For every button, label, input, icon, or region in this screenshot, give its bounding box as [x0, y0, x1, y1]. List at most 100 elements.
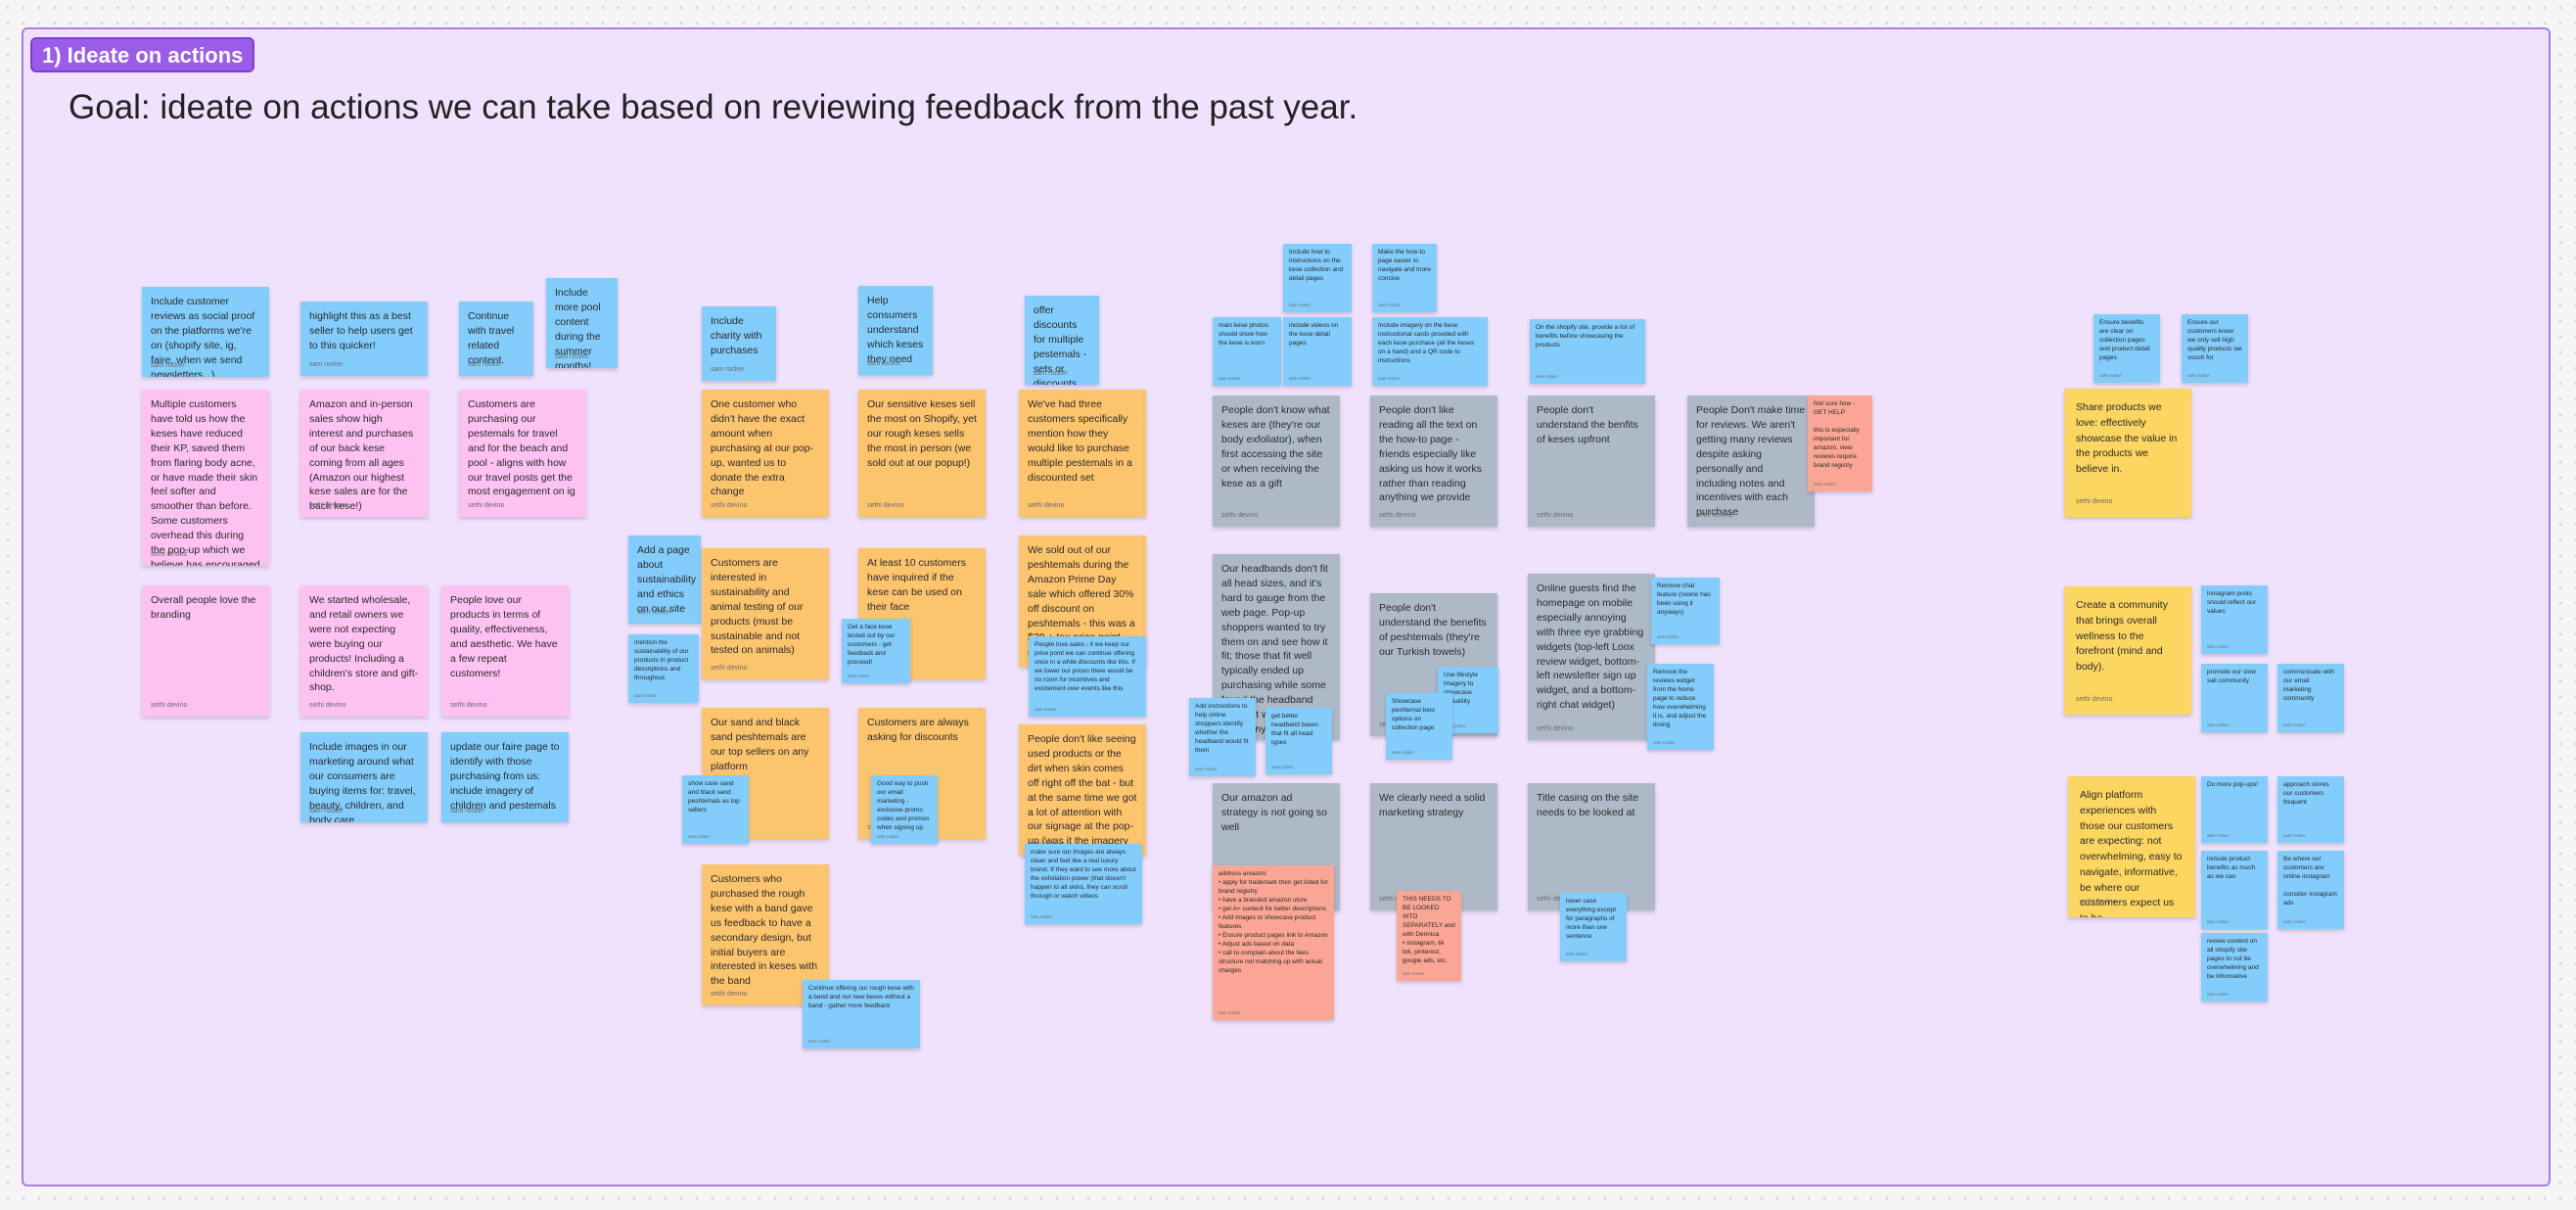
sticky-note-pink[interactable]: People love our products in terms of qua…	[441, 585, 569, 717]
sticky-note-text: Include imagery on the kese instructiona…	[1378, 322, 1475, 364]
sticky-note-text: Add instructions to help online shoppers…	[1195, 703, 1249, 754]
sticky-note-salmon[interactable]: address amazon: • apply for trademark th…	[1213, 865, 1334, 1020]
sticky-note-blue[interactable]: Include images in our marketing around w…	[300, 732, 428, 822]
sticky-note-orange[interactable]: We've had three customers specifically m…	[1019, 390, 1146, 517]
sticky-note-text: main kese photos should show how the kes…	[1219, 322, 1268, 347]
sticky-note-author: sam rocker	[634, 692, 657, 698]
sticky-note-yellow[interactable]: Align platform experiences with those ou…	[2068, 776, 2195, 917]
sticky-note-salmon[interactable]: THIS NEEDS TO BE LOOKED INTO SEPARATELY …	[1397, 891, 1461, 981]
sticky-note-text: Customers are interested in sustainabili…	[711, 557, 804, 657]
sticky-note-blue[interactable]: promote our slow sail community sam rocke…	[2201, 664, 2268, 732]
sticky-note-pink[interactable]: Multiple customers have told us how the …	[142, 390, 269, 566]
sticky-note-pink[interactable]: Customers are purchasing our pestemals f…	[459, 390, 586, 517]
sticky-note-gray[interactable]: People Don't make time for reviews. We a…	[1687, 396, 1815, 527]
sticky-note-author: sam rocker	[848, 673, 870, 678]
sticky-note-blue[interactable]: Continue with travel related content. sam…	[459, 302, 533, 376]
sticky-note-salmon[interactable]: Not sure how - GET HELP this is especial…	[1808, 396, 1872, 491]
sticky-note-blue[interactable]: update our faire page to identify with t…	[441, 732, 569, 822]
sticky-note-blue[interactable]: include videos on the kese detail pages s…	[1283, 317, 1352, 386]
sticky-note-blue[interactable]: Include imagery on the kese instructiona…	[1372, 317, 1488, 386]
sticky-note-yellow[interactable]: Share products we love: effectively show…	[2064, 389, 2191, 517]
sticky-note-blue[interactable]: Do more pop-ups! sam rocker	[2201, 776, 2268, 843]
sticky-note-pink[interactable]: Overall people love the branding sethi de…	[142, 585, 269, 717]
sticky-note-blue[interactable]: Good way to push our email marketing - e…	[871, 775, 938, 844]
sticky-note-author: sam rocker	[711, 366, 745, 374]
sticky-note-pink[interactable]: Amazon and in-person sales show high int…	[300, 390, 428, 517]
sticky-note-blue[interactable]: offer discounts for multiple pestemals -…	[1025, 296, 1099, 385]
sticky-note-text: Continue offering our rough kese with a …	[808, 985, 914, 1009]
sticky-note-author: sam rocker	[2283, 918, 2306, 924]
sticky-note-author: sethi devino	[151, 551, 188, 559]
section-title-tag[interactable]: 1) Ideate on actions	[30, 37, 255, 72]
sticky-note-blue[interactable]: approach stores our customers frequent sa…	[2277, 776, 2344, 843]
sticky-note-author: sam rocker	[1034, 370, 1068, 378]
sticky-note-blue[interactable]: highlight this as a best seller to help …	[300, 302, 428, 376]
sticky-note-text: Showcase peshtemal best options on colle…	[1392, 698, 1436, 731]
sticky-note-text: At least 10 customers have inquired if t…	[867, 557, 966, 613]
sticky-note-text: One customer who didn't have the exact a…	[711, 398, 814, 498]
sticky-note-blue[interactable]: mention the sustainability of our produc…	[628, 634, 699, 703]
sticky-note-blue[interactable]: Continue offering our rough kese with a …	[803, 980, 920, 1048]
sticky-note-blue[interactable]: Help consumers understand which keses th…	[858, 286, 933, 375]
sticky-note-gray[interactable]: People don't like reading all the text o…	[1370, 396, 1497, 527]
sticky-note-author: sam rocker	[688, 833, 711, 839]
sticky-note-text: People don't like seeing used products o…	[1028, 733, 1137, 856]
sticky-note-author: sam rocker	[2207, 991, 2230, 997]
sticky-note-gray[interactable]: Online guests find the homepage on mobil…	[1528, 574, 1655, 740]
sticky-note-orange[interactable]: People don't like seeing used products o…	[1019, 724, 1146, 856]
sticky-note-author: sam rocker	[1289, 302, 1311, 307]
sticky-note-blue[interactable]: Add instructions to help online shoppers…	[1189, 698, 1256, 776]
sticky-note-blue[interactable]: lower case everything except for paragra…	[1560, 893, 1627, 961]
sticky-note-blue[interactable]: Include charity with purchases sam rocker	[702, 306, 776, 381]
sticky-note-blue[interactable]: instagram posts should reflect our value…	[2201, 585, 2268, 654]
sticky-note-blue[interactable]: Include customer reviews as social proof…	[142, 287, 269, 377]
sticky-note-blue[interactable]: Be where our customers are: online insta…	[2277, 851, 2344, 929]
sticky-note-blue[interactable]: Include more pool content during the sum…	[546, 278, 618, 368]
sticky-note-blue[interactable]: Remove the reviews widget from the home …	[1647, 664, 1714, 750]
sticky-note-blue[interactable]: get better headband bases that fit all h…	[1265, 708, 1332, 774]
sticky-note-author: sethi devino	[1379, 512, 1416, 520]
sticky-note-blue[interactable]: main kese photos should show how the kes…	[1213, 317, 1281, 386]
sticky-note-gray[interactable]: People don't know what keses are (they'r…	[1213, 396, 1340, 527]
sticky-note-blue[interactable]: Ensure benefits are clear on collection …	[2093, 314, 2160, 383]
sticky-note-text: Include how to instructions on the kese …	[1289, 249, 1344, 282]
sticky-note-pink[interactable]: We started wholesale, and retail owners …	[300, 585, 428, 717]
sticky-note-author: sethi devino	[1537, 725, 1574, 733]
sticky-note-author: sethi devino	[711, 502, 748, 510]
sticky-note-gray[interactable]: People don't understand the benfits of k…	[1528, 396, 1655, 527]
sticky-note-blue[interactable]: Ensure our customers know we only sell h…	[2182, 314, 2248, 383]
sticky-note-yellow[interactable]: Create a community that brings overall w…	[2064, 586, 2191, 715]
sticky-note-blue[interactable]: Include how to instructions on the kese …	[1283, 244, 1352, 312]
sticky-note-text: communicate with our email marketing com…	[2283, 669, 2335, 702]
sticky-note-blue[interactable]: make sure our images are always clean an…	[1025, 844, 1142, 924]
sticky-note-text: People love our products in terms of qua…	[450, 594, 558, 679]
sticky-note-author: sam rocker	[2187, 372, 2210, 378]
sticky-note-blue[interactable]: Make the how-to page easier to navigate …	[1372, 244, 1437, 312]
sticky-note-orange[interactable]: One customer who didn't have the exact a…	[702, 390, 829, 517]
sticky-note-blue[interactable]: Add a page about sustainability and ethi…	[628, 535, 701, 624]
sticky-note-author: sam rocker	[1378, 302, 1401, 307]
sticky-note-text: include videos on the kese detail pages	[1289, 322, 1339, 347]
sticky-note-text: make sure our images are always clean an…	[1031, 849, 1136, 900]
sticky-note-text: Our sand and black sand peshtemals are o…	[711, 717, 809, 772]
sticky-note-blue[interactable]: Showcase peshtemal best options on colle…	[1386, 693, 1452, 760]
sticky-note-author: sethi devino	[1696, 512, 1733, 520]
sticky-note-blue[interactable]: Get a face kese tested out by our custom…	[842, 619, 910, 683]
sticky-note-text: Do more pop-ups!	[2207, 781, 2259, 788]
sticky-note-blue[interactable]: People love sales - if we keep our price…	[1029, 636, 1146, 717]
sticky-note-blue[interactable]: include product benefits as much as we c…	[2201, 851, 2268, 929]
sticky-note-blue[interactable]: show case sand and black sand peshtemals…	[682, 775, 749, 844]
sticky-note-author: sam rocker	[151, 362, 185, 370]
sticky-note-orange[interactable]: Our sensitive keses sell the most on Sho…	[858, 390, 986, 517]
sticky-note-gray[interactable]: Title casing on the site needs to be loo…	[1528, 783, 1655, 910]
sticky-note-blue[interactable]: Remove chat feature (noone has been usin…	[1651, 578, 1720, 644]
sticky-note-text: People love sales - if we keep our price…	[1035, 641, 1135, 692]
sticky-note-text: Title casing on the site needs to be loo…	[1537, 792, 1639, 818]
sticky-note-orange[interactable]: Customers are interested in sustainabili…	[702, 548, 829, 679]
sticky-note-blue[interactable]: communicate with our email marketing com…	[2277, 664, 2344, 732]
sticky-note-author: sam rocker	[1219, 1009, 1241, 1015]
sticky-note-blue[interactable]: On the shopify site, provide a list of b…	[1530, 319, 1645, 384]
sticky-note-blue[interactable]: review content on all shopify site pages…	[2201, 933, 2268, 1001]
sticky-note-text: instagram posts should reflect our value…	[2207, 590, 2256, 615]
sticky-note-author: sethi devino	[711, 991, 748, 999]
